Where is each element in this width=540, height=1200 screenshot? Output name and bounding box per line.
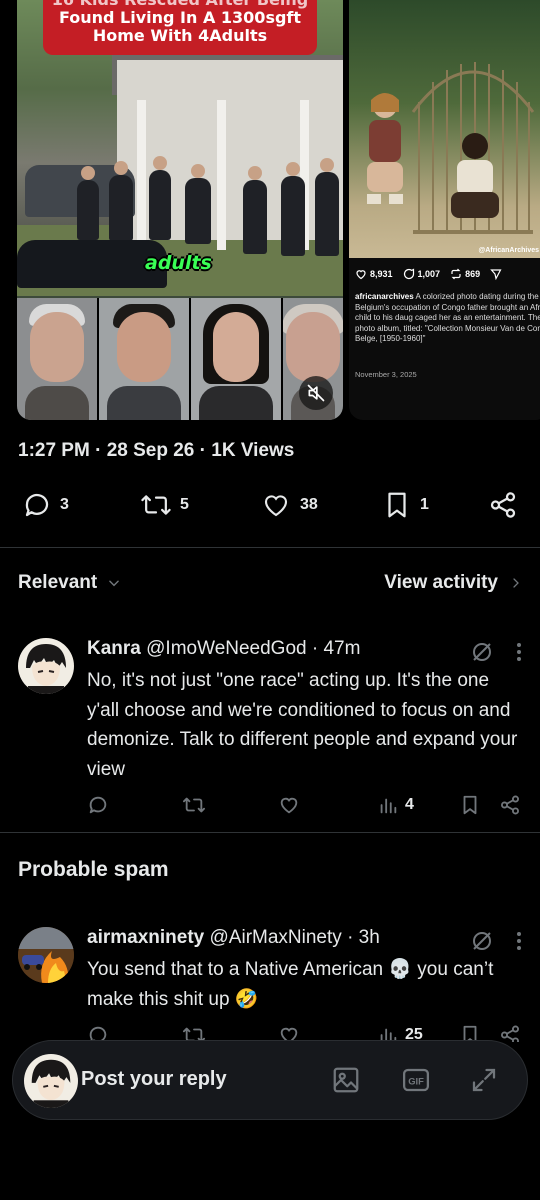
speaker-muted-icon [306, 383, 326, 403]
like-button[interactable] [277, 794, 301, 816]
image-icon [331, 1065, 361, 1095]
bookmark-icon [459, 794, 481, 816]
ig-comment-stat: 1,007 [403, 268, 440, 280]
reply-button[interactable] [87, 794, 109, 816]
mugshot-strip [17, 298, 343, 420]
reply-time: · 3h [347, 927, 380, 948]
expand-icon [469, 1065, 499, 1095]
view-activity-link[interactable]: View activity [384, 572, 522, 594]
share-button[interactable] [488, 490, 518, 520]
mugshot [191, 298, 281, 420]
svg-text:GIF: GIF [408, 1076, 424, 1086]
bookmark-button[interactable]: 1 [382, 490, 429, 520]
share-button[interactable] [499, 1024, 521, 1042]
more-options-icon[interactable] [516, 642, 522, 662]
avatar[interactable] [24, 1054, 78, 1108]
share-icon [499, 1024, 521, 1042]
reply-text: No, it's not just "one race" acting up. … [87, 670, 518, 780]
divider [0, 832, 540, 833]
share-icon [488, 490, 518, 520]
share-button[interactable] [499, 794, 521, 816]
video-caption: adults [145, 252, 212, 274]
mugshot [99, 298, 189, 420]
watermark-text: @AfricanArchives [478, 247, 539, 254]
reply-author-handle[interactable]: @AirMaxNinety [210, 927, 342, 948]
add-image-button[interactable] [329, 1063, 363, 1097]
reply-author-handle[interactable]: @ImoWeNeedGod [146, 638, 306, 659]
girl-figure [367, 93, 403, 204]
section-title: Probable spam [18, 858, 169, 881]
instagram-stats: 8,931 1,007 869 [355, 268, 502, 280]
reply-composer[interactable]: Post your reply GIF [12, 1040, 528, 1120]
avatar[interactable] [18, 638, 74, 694]
archive-photo [349, 0, 540, 258]
news-headline-banner: 16 Kids Rescued After Being Found Living… [43, 0, 317, 55]
like-count: 38 [300, 496, 318, 513]
instagram-screenshot-image[interactable]: @AfricanArchives 8,931 1,007 869 african… [349, 0, 540, 420]
reply-header: airmaxninety @AirMaxNinety · 3h [87, 927, 522, 953]
reply-text: You send that to a Native American 💀 you… [87, 959, 494, 1010]
ig-repost-stat: 869 [450, 268, 480, 280]
instagram-date: November 3, 2025 [355, 370, 417, 379]
repost-icon [451, 268, 461, 280]
chevron-down-icon [107, 576, 121, 590]
reply-header: Kanra @ImoWeNeedGod · 47m [87, 638, 522, 664]
instagram-caption: africanarchives A colorized photo dating… [355, 292, 540, 343]
gif-icon: GIF [401, 1065, 431, 1095]
reply-icon [22, 490, 52, 520]
views-icon [377, 794, 399, 816]
add-gif-button[interactable]: GIF [399, 1063, 433, 1097]
reply-item[interactable]: Kanra @ImoWeNeedGod · 47m No, it's not j… [18, 638, 522, 818]
reply-action-bar: 4 [87, 794, 522, 818]
reply-author-name[interactable]: airmaxninety [87, 927, 204, 948]
repost-button[interactable] [182, 794, 206, 816]
heart-icon [356, 270, 366, 280]
chevron-right-icon [510, 576, 522, 590]
send-icon [490, 268, 502, 280]
views-button[interactable]: 4 [377, 794, 414, 816]
repost-icon [140, 490, 172, 520]
post-media-row: 16 Kids Rescued After Being Found Living… [0, 0, 540, 422]
grok-icon[interactable] [470, 640, 494, 664]
heart-icon [277, 794, 301, 816]
news-video-thumbnail[interactable]: 16 Kids Rescued After Being Found Living… [17, 0, 343, 420]
heart-icon [260, 490, 292, 520]
avatar[interactable] [18, 927, 74, 983]
sort-dropdown[interactable]: Relevant [18, 572, 121, 594]
mute-toggle[interactable] [299, 376, 333, 410]
reply-icon [87, 794, 109, 816]
ig-like-stat: 8,931 [355, 268, 393, 280]
cage-drawing [411, 62, 535, 234]
reply-item[interactable]: airmaxninety @AirMaxNinety · 3h You send… [18, 927, 522, 1042]
bookmark-count: 1 [420, 496, 429, 513]
views-count: 4 [405, 796, 414, 813]
reply-count: 3 [60, 496, 69, 513]
bookmark-icon [382, 490, 412, 520]
view-activity-label: View activity [384, 572, 498, 593]
sort-label: Relevant [18, 572, 98, 593]
reply-sort-row: Relevant View activity [18, 572, 522, 596]
mugshot [17, 298, 97, 420]
post-timestamp: 1:27 PM · 28 Sep 26 · 1K Views [18, 440, 295, 461]
repost-button[interactable]: 5 [140, 490, 189, 520]
reply-time: · 47m [311, 638, 361, 659]
divider [0, 547, 540, 548]
share-icon [499, 794, 521, 816]
reply-input[interactable]: Post your reply [81, 1068, 227, 1091]
reply-button[interactable]: 3 [22, 490, 69, 520]
repost-icon [182, 794, 206, 816]
like-button[interactable]: 38 [260, 490, 318, 520]
post-action-bar: 3 5 38 1 [18, 490, 524, 526]
bookmark-button[interactable] [459, 794, 481, 816]
expand-composer-button[interactable] [467, 1063, 501, 1097]
reply-author-name[interactable]: Kanra [87, 638, 141, 659]
more-options-icon[interactable] [516, 931, 522, 951]
comment-icon [403, 268, 414, 280]
grok-icon[interactable] [470, 929, 494, 953]
repost-count: 5 [180, 496, 189, 513]
